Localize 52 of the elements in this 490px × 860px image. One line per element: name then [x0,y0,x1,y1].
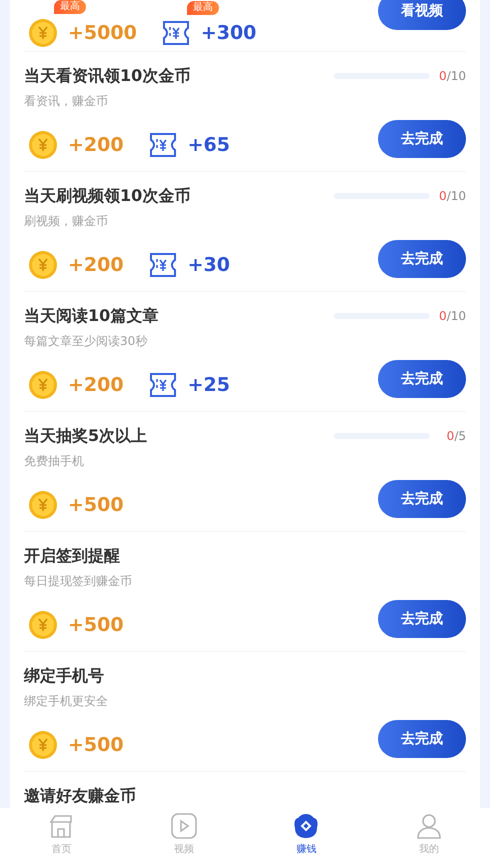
task-title: 当天刷视频领10次金币 [24,185,190,207]
coin-icon [28,730,58,760]
task-title: 邀请好友赚金币 [24,785,136,807]
reward-badge: 最高 [54,0,86,14]
reward-badge: 最高 [186,0,219,15]
task-subtitle: 每篇文章至少阅读30秒 [24,333,148,350]
diamond-badge-icon [292,812,320,840]
coin-icon [28,18,58,48]
reward-amount: +500 [68,492,124,518]
reward-amount: +65 [188,132,230,158]
task-title: 当天阅读10篇文章 [24,305,158,327]
task-button[interactable]: 去完成 [378,360,466,398]
ticket-icon [148,252,178,278]
coin-icon [28,490,58,520]
task-subtitle: 免费抽手机 [24,453,85,470]
task-subtitle: 看资讯，赚金币 [24,93,109,110]
reward-amount: +200 [68,372,124,398]
task-button[interactable]: 看视频 [378,0,466,30]
task-subtitle: 刷视频，赚金币 [24,213,109,230]
reward-amount: +30 [188,252,230,278]
ticket-icon [148,132,178,158]
ticket-icon [148,372,178,398]
ticket-icon [160,20,191,46]
task-title: 绑定手机号 [24,665,104,687]
task-subtitle: 每日提现签到赚金币 [24,573,133,590]
reward-amount: +300 [200,20,256,46]
progress-count: 0/5 [446,428,466,445]
task-button[interactable]: 去完成 [378,240,466,278]
task-button[interactable]: 去完成 [378,720,466,758]
coin-icon [28,610,58,640]
progress-count: 0/10 [438,68,466,85]
play-icon [170,812,198,840]
reward-amount: +25 [188,372,230,398]
reward-amount: +200 [68,252,124,278]
reward-amount: +200 [68,132,124,158]
task-button[interactable]: 去完成 [378,120,466,158]
task-title: 当天抽奖5次以上 [24,425,148,447]
reward-amount: +500 [68,732,124,758]
person-icon [414,812,443,840]
task-subtitle: 绑定手机更安全 [24,693,109,710]
coin-icon [28,370,58,400]
coin-icon [28,250,58,280]
task-button[interactable]: 去完成 [378,480,466,518]
progress-count: 0/10 [438,188,466,205]
coin-icon [28,130,58,160]
progress-count: 0/10 [438,308,466,325]
reward-amount: +5000 [68,20,137,46]
task-button[interactable]: 去完成 [378,600,466,638]
reward-amount: +500 [68,612,124,638]
task-title: 开启签到提醒 [24,545,120,567]
task-title: 当天看资讯领10次金币 [24,65,190,87]
nav-tab[interactable]: 赚钱 [245,808,368,860]
